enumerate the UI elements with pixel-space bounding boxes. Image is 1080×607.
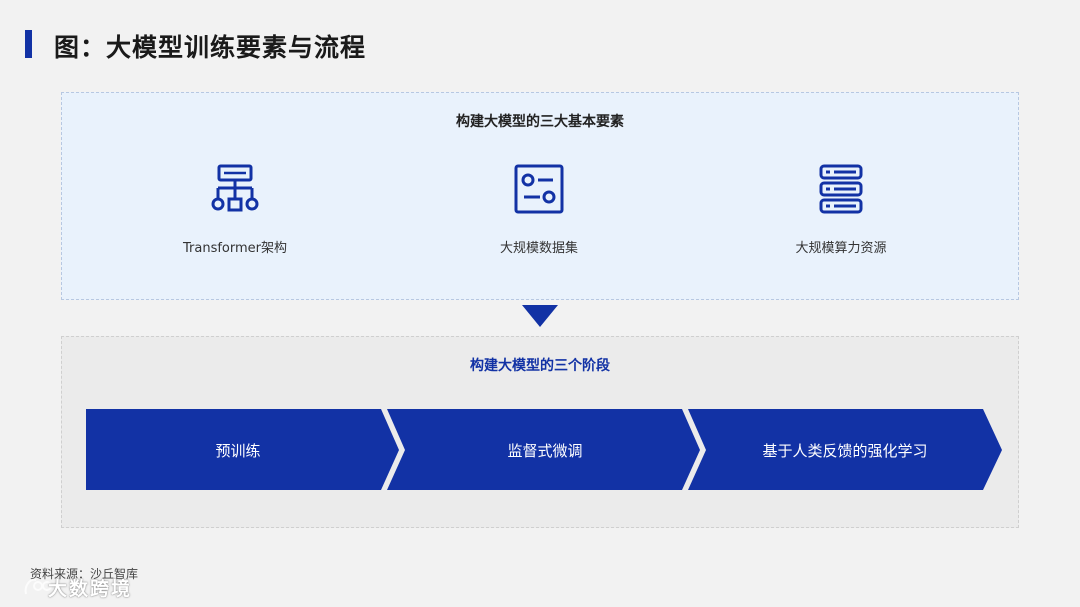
stage-label-pretraining: 预训练 — [215, 442, 261, 460]
element-transformer: Transformer架构 — [115, 163, 355, 263]
element-dataset-label: 大规模数据集 — [499, 241, 578, 256]
title-accent-bar — [25, 30, 32, 58]
server-stack-icon — [819, 164, 863, 214]
element-transformer-label: Transformer架构 — [182, 241, 287, 256]
down-arrow-icon — [522, 305, 558, 327]
elements-heading: 构建大模型的三大基本要素 — [456, 114, 624, 130]
element-compute: 大规模算力资源 — [721, 163, 961, 263]
stage-label-rlhf: 基于人类反馈的强化学习 — [762, 442, 928, 460]
stages-heading: 构建大模型的三个阶段 — [470, 358, 610, 374]
dataset-panel-icon — [514, 164, 564, 214]
page-title: 图：大模型训练要素与流程 — [54, 33, 367, 62]
element-dataset: 大规模数据集 — [419, 163, 659, 263]
elements-panel: 构建大模型的三大基本要素 Transformer架构 大规模数据集 大规模算力资… — [61, 92, 1019, 300]
stage-label-sft: 监督式微调 — [507, 442, 583, 460]
element-compute-label: 大规模算力资源 — [795, 241, 887, 256]
watermark-text: 大数跨境 — [48, 578, 133, 600]
network-hierarchy-icon — [211, 164, 259, 212]
